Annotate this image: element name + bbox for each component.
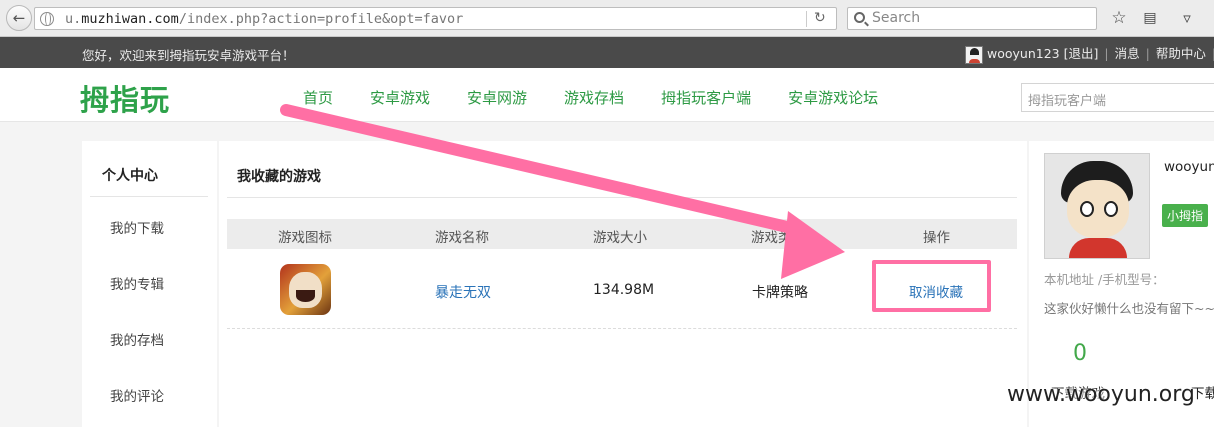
watermark: www.wooyun.org — [1007, 382, 1195, 407]
sidebar-item-downloads[interactable]: 我的下载 — [110, 217, 164, 237]
nav-client[interactable]: 拇指玩客户端 — [661, 87, 751, 108]
username-link[interactable]: wooyun123 — [987, 46, 1060, 61]
help-center-link[interactable]: 帮助中心 — [1156, 46, 1206, 61]
site-topbar: 您好，欢迎来到拇指玩安卓游戏平台！ wooyun123 [退出] | 消息 | 帮助中心… — [0, 37, 1214, 68]
profile-name: wooyun — [1164, 159, 1214, 175]
search-icon — [854, 12, 865, 23]
browser-search-input[interactable]: Search — [847, 7, 1097, 30]
user-sidebar: 个人中心 我的下载 我的专辑 我的存档 我的评论 — [82, 141, 217, 427]
nav-game-saves[interactable]: 游戏存档 — [564, 87, 624, 108]
reload-icon[interactable]: ↻ — [814, 10, 826, 26]
back-arrow-icon[interactable]: ← — [6, 5, 32, 31]
nav-home[interactable]: 首页 — [303, 87, 333, 108]
messages-link[interactable]: 消息 — [1115, 46, 1140, 61]
bookmark-star-icon[interactable]: ☆ — [1109, 8, 1129, 28]
column-header-type: 游戏类 — [751, 230, 792, 246]
browser-toolbar: ← u.muzhiwan.com/index.php?action=profil… — [0, 0, 1214, 37]
user-links: wooyun123 [退出] | 消息 | 帮助中心 | — [965, 43, 1214, 64]
user-avatar-icon — [965, 45, 983, 64]
welcome-text: 您好，欢迎来到拇指玩安卓游戏平台！ — [82, 48, 295, 63]
pocket-icon[interactable]: ▿ — [1177, 8, 1197, 28]
level-badge: 小拇指 — [1162, 204, 1209, 227]
globe-icon — [40, 12, 54, 26]
nav-android-online-games[interactable]: 安卓网游 — [467, 87, 527, 108]
address-divider — [806, 11, 807, 27]
column-header-name: 游戏名称 — [435, 230, 489, 246]
favorites-panel: 我收藏的游戏 游戏图标 游戏名称 游戏大小 游戏类 操作 暴走无双 134.98… — [219, 141, 1027, 427]
site-search-input[interactable]: 拇指玩客户端 — [1021, 83, 1214, 112]
game-type: 卡牌策略 — [752, 285, 808, 301]
download-count: 0 — [1073, 341, 1087, 366]
sidebar-item-albums[interactable]: 我的专辑 — [110, 273, 164, 293]
page-title: 我收藏的游戏 — [237, 169, 321, 185]
column-header-size: 游戏大小 — [593, 230, 647, 246]
reading-list-icon[interactable]: ▤ — [1140, 8, 1160, 28]
sidebar-title: 个人中心 — [102, 168, 158, 184]
column-header-action: 操作 — [923, 230, 950, 246]
profile-avatar[interactable] — [1044, 153, 1150, 259]
sidebar-item-comments[interactable]: 我的评论 — [110, 385, 164, 405]
column-header-icon: 游戏图标 — [278, 230, 332, 246]
table-header: 游戏图标 游戏名称 游戏大小 游戏类 操作 — [227, 219, 1017, 249]
game-size: 134.98M — [593, 282, 655, 298]
address-bar[interactable]: u.muzhiwan.com/index.php?action=profile&… — [34, 7, 837, 30]
browser-search-placeholder: Search — [872, 10, 921, 26]
cancel-favorite-link[interactable]: 取消收藏 — [909, 281, 963, 301]
site-header: 拇指玩 首页 安卓游戏 安卓网游 游戏存档 拇指玩客户端 安卓游戏论坛 拇指玩客… — [0, 68, 1214, 122]
sidebar-divider — [90, 196, 208, 197]
nav-forum[interactable]: 安卓游戏论坛 — [788, 87, 878, 108]
title-divider — [227, 197, 1017, 198]
row-divider — [227, 328, 1017, 329]
sidebar-item-saves[interactable]: 我的存档 — [110, 329, 164, 349]
profile-bio: 这家伙好懒什么也没有留下~~ — [1044, 301, 1214, 316]
main-nav: 首页 安卓游戏 安卓网游 游戏存档 拇指玩客户端 安卓游戏论坛 — [303, 87, 915, 108]
device-info: 本机地址 /手机型号： — [1044, 272, 1165, 287]
game-name-link[interactable]: 暴走无双 — [435, 282, 491, 302]
logout-link[interactable]: [退出] — [1064, 46, 1099, 61]
nav-android-games[interactable]: 安卓游戏 — [370, 87, 430, 108]
site-logo[interactable]: 拇指玩 — [80, 77, 170, 119]
url-text: u.muzhiwan.com/index.php?action=profile&… — [65, 11, 464, 27]
game-icon[interactable] — [280, 264, 331, 315]
